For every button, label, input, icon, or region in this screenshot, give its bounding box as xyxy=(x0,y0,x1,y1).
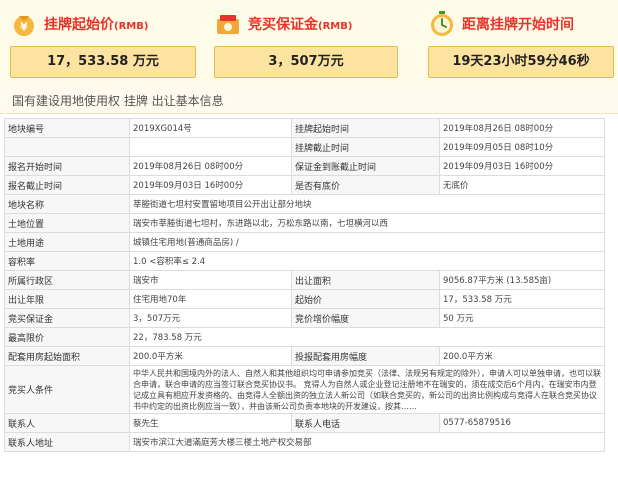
field-value: 2019XG014号 xyxy=(129,118,292,138)
field-label: 竞价增价幅度 xyxy=(291,308,440,328)
field-value: 2019年09月03日 16时00分 xyxy=(129,175,292,195)
field-label: 土地位置 xyxy=(4,213,130,233)
field-value: 17，533.58 万元 xyxy=(439,289,605,309)
field-label: 竞买保证金 xyxy=(4,308,130,328)
price-summary-bar: ¥ 挂牌起始价(RMB) 17，533.58 万元 竞买保证金(RMB) 3，5… xyxy=(0,0,618,88)
field-value: 城镇住宅用地(普通商品房) / xyxy=(129,232,605,252)
field-value: 0577-65879516 xyxy=(439,413,605,433)
deposit-panel: 竞买保证金(RMB) 3，507万元 xyxy=(214,6,398,78)
starting-price-label: 挂牌起始价(RMB) xyxy=(44,17,149,33)
table-row: 竞买保证金 3，507万元 竞价增价幅度 50 万元 xyxy=(4,308,605,328)
countdown-panel: 距离挂牌开始时间 19天23小时59分46秒 xyxy=(428,6,614,78)
starting-price-header: ¥ 挂牌起始价(RMB) xyxy=(10,6,196,42)
table-row: 地块名称 莘塍街道七坦村安置留地项目公开出让部分地块 xyxy=(4,194,605,214)
table-row: 配套用房起始面积 200.0平方米 投报配套用房幅度 200.0平方米 xyxy=(4,346,605,366)
field-value: 2019年08月26日 08时00分 xyxy=(439,118,605,138)
starting-price-panel: ¥ 挂牌起始价(RMB) 17，533.58 万元 xyxy=(10,6,196,78)
field-value: 1.0 <容积率≤ 2.4 xyxy=(129,251,605,271)
table-row: 土地用途 城镇住宅用地(普通商品房) / xyxy=(4,232,605,252)
field-label xyxy=(4,137,130,157)
deposit-icon xyxy=(214,10,242,38)
field-label: 起始价 xyxy=(291,289,440,309)
table-row: 出让年限 住宅用地70年 起始价 17，533.58 万元 xyxy=(4,289,605,309)
money-bag-icon: ¥ xyxy=(10,10,38,38)
field-label: 联系人电话 xyxy=(291,413,440,433)
deposit-label: 竞买保证金(RMB) xyxy=(248,17,353,33)
table-row: 最高限价 22，783.58 万元 xyxy=(4,327,605,347)
table-row: 报名开始时间 2019年08月26日 08时00分 保证金到账截止时间 2019年09… xyxy=(4,156,605,176)
table-row: 容积率 1.0 <容积率≤ 2.4 xyxy=(4,251,605,271)
field-label: 联系人 xyxy=(4,413,130,433)
deposit-header: 竞买保证金(RMB) xyxy=(214,6,398,42)
field-label: 地块编号 xyxy=(4,118,130,138)
field-label: 地块名称 xyxy=(4,194,130,214)
table-row: 挂牌截止时间 2019年09月05日 08时10分 xyxy=(4,137,605,157)
deposit-value: 3，507万元 xyxy=(214,46,398,78)
field-value: 3，507万元 xyxy=(129,308,292,328)
field-value: 瑞安市滨江大道滿庭芳大楼三楼土地产权交易部 xyxy=(129,432,605,452)
field-value: 2019年09月03日 16时00分 xyxy=(439,156,605,176)
table-row: 土地位置 瑞安市莘塍街道七坦村，东进路以北，万松东路以南，七坦横河以西 xyxy=(4,213,605,233)
table-row: 地块编号 2019XG014号 挂牌起始时间 2019年08月26日 08时00分 xyxy=(4,118,605,138)
field-label: 挂牌截止时间 xyxy=(291,137,440,157)
field-value: 2019年08月26日 08时00分 xyxy=(129,156,292,176)
field-value: 200.0平方米 xyxy=(129,346,292,366)
section-title: 国有建设用地使用权 挂牌 出让基本信息 xyxy=(0,88,618,114)
field-label: 报名截止时间 xyxy=(4,175,130,195)
field-value: 住宅用地70年 xyxy=(129,289,292,309)
field-label: 联系人地址 xyxy=(4,432,130,452)
field-label: 竞买人条件 xyxy=(4,365,130,414)
field-label: 所属行政区 xyxy=(4,270,130,290)
field-label: 是否有底价 xyxy=(291,175,440,195)
field-label: 容积率 xyxy=(4,251,130,271)
field-value: 蔡先生 xyxy=(129,413,292,433)
starting-price-value: 17，533.58 万元 xyxy=(10,46,196,78)
countdown-value: 19天23小时59分46秒 xyxy=(428,46,614,78)
field-label: 投报配套用房幅度 xyxy=(291,346,440,366)
countdown-icon xyxy=(428,10,456,38)
table-row: 联系人地址 瑞安市滨江大道滿庭芳大楼三楼土地产权交易部 xyxy=(4,432,605,452)
field-label: 保证金到账截止时间 xyxy=(291,156,440,176)
field-value: 中华人民共和国境内外的法人、自然人和其他组织均可申请参加竞买（法律、法规另有规定… xyxy=(129,365,605,414)
field-label: 出让年限 xyxy=(4,289,130,309)
field-value: 无底价 xyxy=(439,175,605,195)
field-value: 9056.87平方米 (13.585亩) xyxy=(439,270,605,290)
table-row: 联系人 蔡先生 联系人电话 0577-65879516 xyxy=(4,413,605,433)
field-value: 莘塍街道七坦村安置留地项目公开出让部分地块 xyxy=(129,194,605,214)
field-label: 挂牌起始时间 xyxy=(291,118,440,138)
field-value: 瑞安市 xyxy=(129,270,292,290)
field-label: 出让面积 xyxy=(291,270,440,290)
table-row: 竞买人条件 中华人民共和国境内外的法人、自然人和其他组织均可申请参加竞买（法律、法… xyxy=(4,365,605,414)
field-label: 土地用途 xyxy=(4,232,130,252)
countdown-header: 距离挂牌开始时间 xyxy=(428,6,614,42)
field-value: 22，783.58 万元 xyxy=(129,327,605,347)
field-label: 报名开始时间 xyxy=(4,156,130,176)
countdown-label: 距离挂牌开始时间 xyxy=(462,17,574,33)
field-value xyxy=(129,137,292,157)
field-label: 最高限价 xyxy=(4,327,130,347)
field-value: 200.0平方米 xyxy=(439,346,605,366)
svg-text:¥: ¥ xyxy=(20,21,28,34)
field-label: 配套用房起始面积 xyxy=(4,346,130,366)
field-value: 50 万元 xyxy=(439,308,605,328)
field-value: 2019年09月05日 08时10分 xyxy=(439,137,605,157)
table-row: 报名截止时间 2019年09月03日 16时00分 是否有底价 无底价 xyxy=(4,175,605,195)
table-row: 所属行政区 瑞安市 出让面积 9056.87平方米 (13.585亩) xyxy=(4,270,605,290)
field-value: 瑞安市莘塍街道七坦村，东进路以北，万松东路以南，七坦横河以西 xyxy=(129,213,605,233)
land-info-table: 地块编号 2019XG014号 挂牌起始时间 2019年08月26日 08时00分 挂牌… xyxy=(4,118,605,452)
